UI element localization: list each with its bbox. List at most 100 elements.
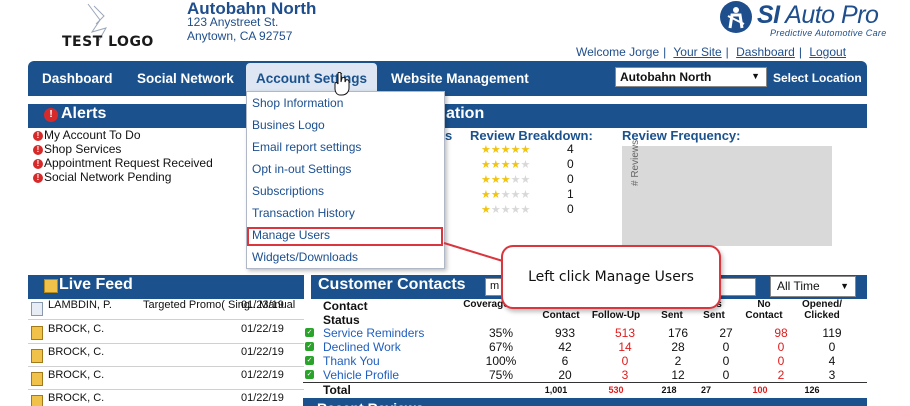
star-icon: ★ [490, 174, 501, 186]
logout-link[interactable]: Logout [809, 45, 846, 59]
star-icon: ★ [481, 159, 491, 171]
menu-shop-information[interactable]: Shop Information [252, 96, 343, 110]
col-contact-status: Contact Status [323, 299, 368, 327]
alert-item[interactable]: ! Social Network Pending [33, 170, 213, 184]
feed-icon [44, 279, 58, 293]
alert-item[interactable]: ! Shop Services [33, 142, 213, 156]
cell-sent: 176 [667, 326, 689, 340]
document-icon [31, 395, 43, 406]
table-row: ✓ Service Reminders 35% 933 513 176 27 98 119 [303, 326, 867, 340]
cell-coverage: 35% [488, 326, 514, 340]
star-rating-4: ★★★★★ [481, 158, 530, 171]
total-opened: 126 [804, 385, 820, 395]
menu-busines-logo[interactable]: Busines Logo [252, 118, 325, 132]
location-select[interactable]: Autobahn North ▼ [615, 67, 767, 87]
star-icon: ★ [500, 144, 511, 156]
check-icon[interactable]: ✓ [305, 328, 314, 337]
feed-row[interactable]: BROCK, C. 01/22/19 [28, 345, 304, 367]
feed-customer-name: LAMBDIN, P. [48, 299, 112, 311]
menu-email-report-settings[interactable]: Email report settings [252, 140, 361, 154]
select-location-button[interactable]: Select Location [773, 71, 862, 85]
contact-type-link[interactable]: Declined Work [323, 340, 401, 354]
star-rating-1: ★★★★★ [481, 203, 530, 216]
location-value: Autobahn North [620, 70, 712, 84]
dashboard-link[interactable]: Dashboard [736, 45, 795, 59]
chevron-down-icon: ▼ [751, 71, 760, 81]
cell-follow-up: 513 [614, 326, 636, 340]
cell-contact: 6 [561, 354, 569, 368]
cell-no-contact: 0 [777, 354, 785, 368]
star-empty-icon: ★ [500, 189, 511, 201]
feed-row[interactable]: BROCK, C. 01/22/19 [28, 368, 304, 390]
star-icon: ★ [500, 174, 511, 186]
star-empty-icon: ★ [520, 189, 531, 201]
your-site-link[interactable]: Your Site [673, 45, 721, 59]
reviews-label-fragment: s [445, 128, 453, 143]
cell-opened: 3 [828, 368, 836, 382]
alerts-title: Alerts [61, 105, 107, 122]
menu-widgets-downloads[interactable]: Widgets/Downloads [252, 250, 358, 264]
contact-type-link[interactable]: Vehicle Profile [323, 368, 399, 382]
contact-type-link[interactable]: Service Reminders [323, 326, 424, 340]
cell-coverage: 75% [488, 368, 514, 382]
alert-item[interactable]: ! My Account To Do [33, 128, 213, 142]
time-range-select[interactable]: All Time ▼ [770, 276, 856, 297]
nav-dashboard[interactable]: Dashboard [42, 71, 113, 86]
alert-item[interactable]: ! Appointment Request Received [33, 156, 213, 170]
time-range-value: All Time [777, 279, 820, 293]
alert-label: Appointment Request Received [44, 156, 213, 170]
menu-opt-in-out-settings[interactable]: Opt in-out Settings [252, 162, 351, 176]
document-icon [31, 326, 43, 340]
cell-no-contact: 98 [774, 326, 788, 340]
chevron-down-icon: ▼ [840, 281, 849, 291]
contact-type-link[interactable]: Thank You [323, 354, 380, 368]
check-icon[interactable]: ✓ [305, 342, 314, 351]
star-icon: ★ [490, 189, 501, 201]
cell-sent: 2 [674, 354, 682, 368]
feed-row[interactable]: BROCK, C. 01/22/19 [28, 391, 304, 406]
cell-contact: 20 [558, 368, 572, 382]
alert-icon: ! [33, 144, 43, 155]
feed-date: 01/22/19 [241, 369, 284, 381]
star-icon: ★ [481, 144, 491, 156]
star-icon: ★ [510, 159, 521, 171]
instruction-callout: Left click Manage Users [501, 245, 721, 309]
cell-opened: 0 [828, 340, 836, 354]
menu-transaction-history[interactable]: Transaction History [252, 206, 355, 220]
check-icon[interactable]: ✓ [305, 370, 314, 379]
feed-customer-name: BROCK, C. [48, 392, 105, 404]
brand-tagline: Predictive Automotive Care [770, 28, 887, 38]
star-count: 0 [567, 172, 574, 186]
address-line-1: 123 Anystreet St. [187, 15, 279, 29]
feed-row[interactable]: BROCK, C. 01/22/19 [28, 322, 304, 344]
nav-social-network[interactable]: Social Network [137, 71, 234, 86]
cell-sent: 28 [671, 340, 685, 354]
nav-website-management[interactable]: Website Management [391, 71, 529, 86]
star-icon: ★ [481, 204, 491, 216]
manage-users-highlight [247, 227, 443, 246]
star-empty-icon: ★ [510, 189, 521, 201]
alert-icon: ! [33, 158, 43, 169]
star-empty-icon: ★ [510, 174, 521, 186]
star-empty-icon: ★ [490, 204, 501, 216]
star-rating-5: ★★★★★ [481, 143, 530, 156]
document-icon [31, 372, 43, 386]
info-header [440, 104, 867, 128]
feed-row[interactable]: LAMBDIN, P. Targeted Promo( Sing...Manual… [28, 298, 304, 320]
star-count: 1 [567, 187, 574, 201]
table-row: ✓ Vehicle Profile 75% 20 3 12 0 2 3 [303, 368, 867, 382]
cell-cards: 0 [722, 368, 730, 382]
star-icon: ★ [500, 159, 511, 171]
brand-name: SI Auto Pro [757, 1, 879, 30]
info-title: ation [446, 105, 485, 122]
document-icon [31, 349, 43, 363]
cell-contact: 42 [558, 340, 572, 354]
check-icon[interactable]: ✓ [305, 356, 314, 365]
star-icon: ★ [490, 144, 501, 156]
welcome-text: Welcome Jorge [576, 45, 660, 59]
star-rating-2: ★★★★★ [481, 188, 530, 201]
feed-customer-name: BROCK, C. [48, 346, 105, 358]
menu-subscriptions[interactable]: Subscriptions [252, 184, 324, 198]
address-line-2: Anytown, CA 92757 [187, 29, 293, 43]
total-cards: 27 [700, 385, 711, 395]
